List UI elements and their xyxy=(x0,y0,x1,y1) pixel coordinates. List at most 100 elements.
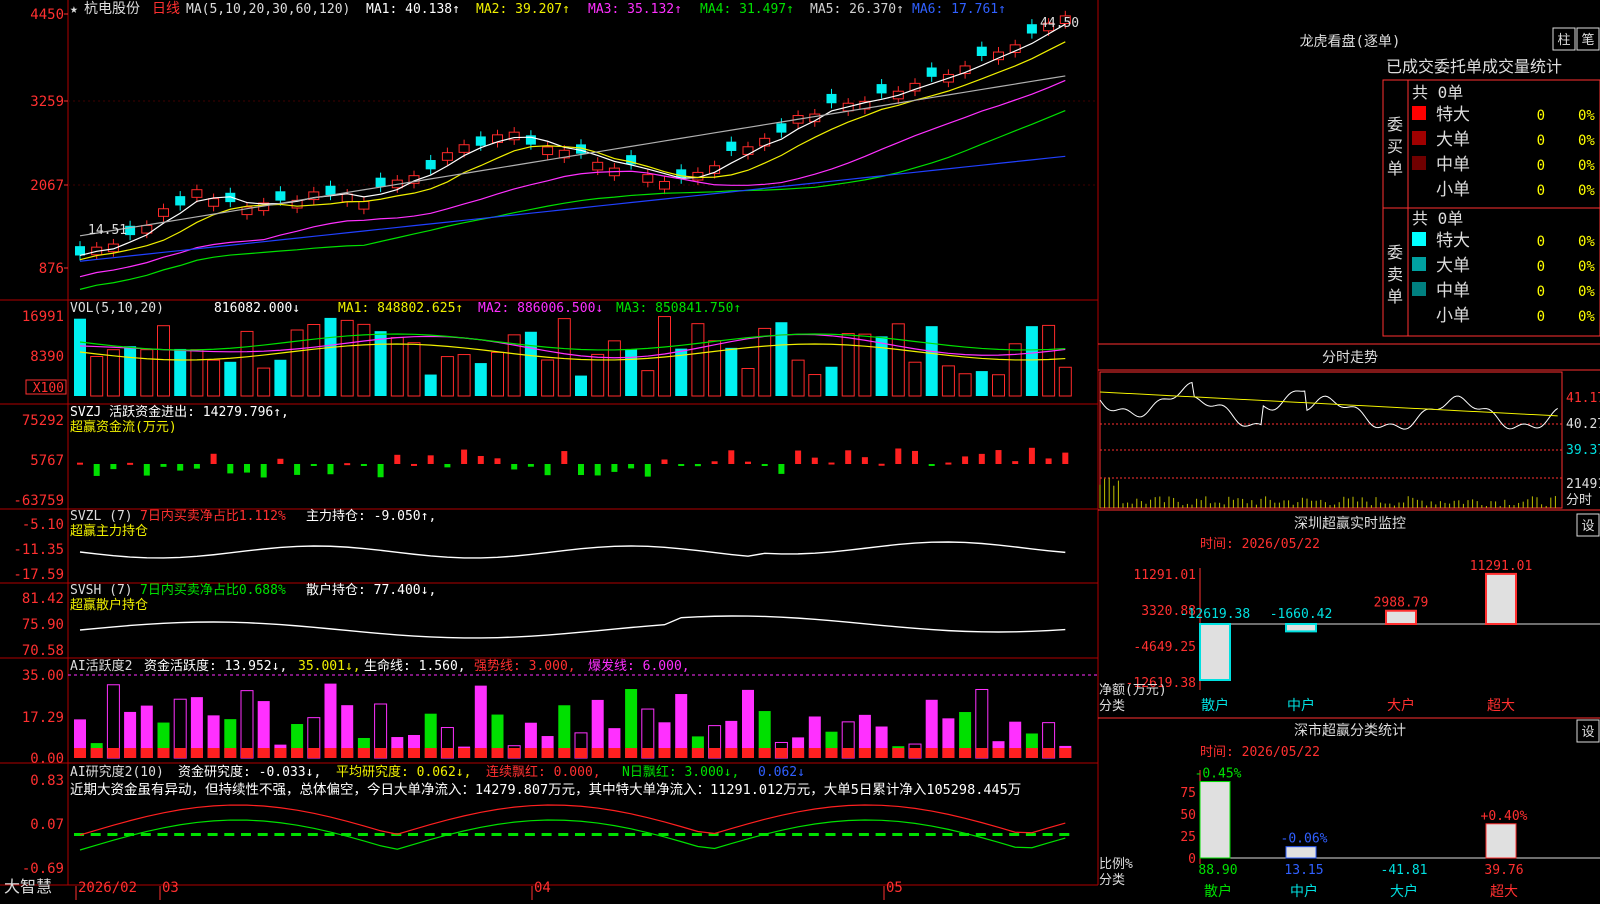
flow-bar[interactable] xyxy=(978,453,985,464)
volume-bar[interactable] xyxy=(791,359,805,397)
flow-bar[interactable] xyxy=(845,450,852,464)
flow-bar[interactable] xyxy=(344,463,351,466)
volume-bar[interactable] xyxy=(424,374,437,396)
flow-bar[interactable] xyxy=(778,464,785,474)
volume-bar[interactable] xyxy=(841,333,855,397)
volume-bar[interactable] xyxy=(240,330,254,397)
candle[interactable] xyxy=(458,144,470,153)
volume-bar[interactable] xyxy=(157,325,170,397)
volume-bar[interactable] xyxy=(725,347,738,396)
volume-bar[interactable] xyxy=(1008,343,1022,397)
flow-bar[interactable] xyxy=(210,453,217,464)
flow-bar[interactable] xyxy=(411,463,417,466)
flow-bar[interactable] xyxy=(227,464,234,474)
flow-bar[interactable] xyxy=(93,464,100,476)
volume-bar[interactable] xyxy=(224,361,237,396)
flow-bar[interactable] xyxy=(594,464,601,476)
candle[interactable] xyxy=(158,208,169,217)
volume-bar[interactable] xyxy=(691,323,705,397)
candle[interactable] xyxy=(659,180,670,190)
candle[interactable] xyxy=(726,141,737,151)
candle[interactable] xyxy=(776,123,787,133)
monitor-settings-label[interactable]: 设 xyxy=(1581,519,1594,534)
volume-bar[interactable] xyxy=(575,375,587,396)
flow-bar[interactable] xyxy=(861,457,868,464)
flow-bar[interactable] xyxy=(461,449,468,464)
volume-bar[interactable] xyxy=(457,354,471,397)
flow-bar[interactable] xyxy=(377,464,384,478)
monitor-bar[interactable] xyxy=(1385,609,1417,625)
volume-bar[interactable] xyxy=(207,359,221,397)
candle[interactable] xyxy=(642,174,654,183)
volume-bar[interactable] xyxy=(124,346,137,396)
flow-bar[interactable] xyxy=(728,450,735,464)
volume-bar[interactable] xyxy=(641,370,655,397)
flow-bar[interactable] xyxy=(578,464,584,476)
volume-bar[interactable] xyxy=(975,371,988,396)
flow-bar[interactable] xyxy=(745,461,751,464)
flow-bar[interactable] xyxy=(277,458,284,464)
volume-bar[interactable] xyxy=(541,359,555,397)
monitor-bar[interactable] xyxy=(1485,572,1517,625)
flow-bar[interactable] xyxy=(294,464,301,475)
flow-bar[interactable] xyxy=(811,457,818,464)
flow-bar[interactable] xyxy=(912,450,918,464)
flow-bar[interactable] xyxy=(828,462,835,465)
class-settings-label[interactable]: 设 xyxy=(1581,725,1594,740)
class-bar[interactable] xyxy=(1285,846,1317,859)
candle[interactable] xyxy=(191,189,203,198)
volume-bar[interactable] xyxy=(908,361,922,397)
flow-bar[interactable] xyxy=(360,464,367,466)
volume-bar[interactable] xyxy=(758,327,772,397)
monitor-bar[interactable] xyxy=(1199,623,1231,681)
activity-bar[interactable] xyxy=(324,683,337,758)
flow-bar[interactable] xyxy=(160,464,167,467)
monitor-bar[interactable] xyxy=(1285,623,1317,633)
volume-bar[interactable] xyxy=(858,333,872,397)
volume-bar[interactable] xyxy=(1042,324,1056,397)
flow-bar[interactable] xyxy=(1045,458,1052,464)
volume-bar[interactable] xyxy=(708,340,722,397)
flow-bar[interactable] xyxy=(628,464,635,469)
flow-bar[interactable] xyxy=(110,464,117,470)
class-bar[interactable] xyxy=(1485,823,1517,859)
candle[interactable] xyxy=(175,196,186,206)
flow-bar[interactable] xyxy=(661,459,668,464)
flow-bar[interactable] xyxy=(544,464,551,476)
volume-bar[interactable] xyxy=(875,336,888,396)
flow-bar[interactable] xyxy=(678,464,685,466)
volume-bar[interactable] xyxy=(74,318,86,396)
volume-bar[interactable] xyxy=(591,353,605,397)
volume-bar[interactable] xyxy=(1058,366,1072,397)
flow-bar[interactable] xyxy=(511,464,518,470)
activity-bar[interactable] xyxy=(625,689,638,758)
candle[interactable] xyxy=(542,146,554,156)
flow-bar[interactable] xyxy=(244,464,250,473)
candle[interactable] xyxy=(926,67,937,77)
candle[interactable] xyxy=(425,160,436,170)
flow-bar[interactable] xyxy=(995,450,1002,464)
class-bar[interactable] xyxy=(1199,781,1231,859)
volume-bar[interactable] xyxy=(190,349,204,397)
flow-bar[interactable] xyxy=(878,463,885,466)
candle[interactable] xyxy=(475,136,486,146)
flow-bar[interactable] xyxy=(694,464,701,467)
flow-bar[interactable] xyxy=(1012,461,1019,464)
volume-bar[interactable] xyxy=(825,366,838,396)
candle[interactable] xyxy=(441,152,453,161)
flow-bar[interactable] xyxy=(327,464,334,475)
flow-bar[interactable] xyxy=(394,454,401,464)
trade-mode-label[interactable]: 笔 xyxy=(1581,32,1594,48)
volume-bar[interactable] xyxy=(274,359,287,396)
flow-bar[interactable] xyxy=(310,464,317,466)
volume-bar[interactable] xyxy=(992,374,1005,397)
candle[interactable] xyxy=(976,46,987,57)
flow-bar[interactable] xyxy=(962,456,969,464)
flow-bar[interactable] xyxy=(427,455,434,464)
volume-bar[interactable] xyxy=(374,331,387,396)
candle[interactable] xyxy=(325,185,336,196)
volume-bar[interactable] xyxy=(324,317,337,396)
candle[interactable] xyxy=(826,93,837,104)
volume-bar[interactable] xyxy=(390,337,404,397)
candle[interactable] xyxy=(358,200,370,210)
